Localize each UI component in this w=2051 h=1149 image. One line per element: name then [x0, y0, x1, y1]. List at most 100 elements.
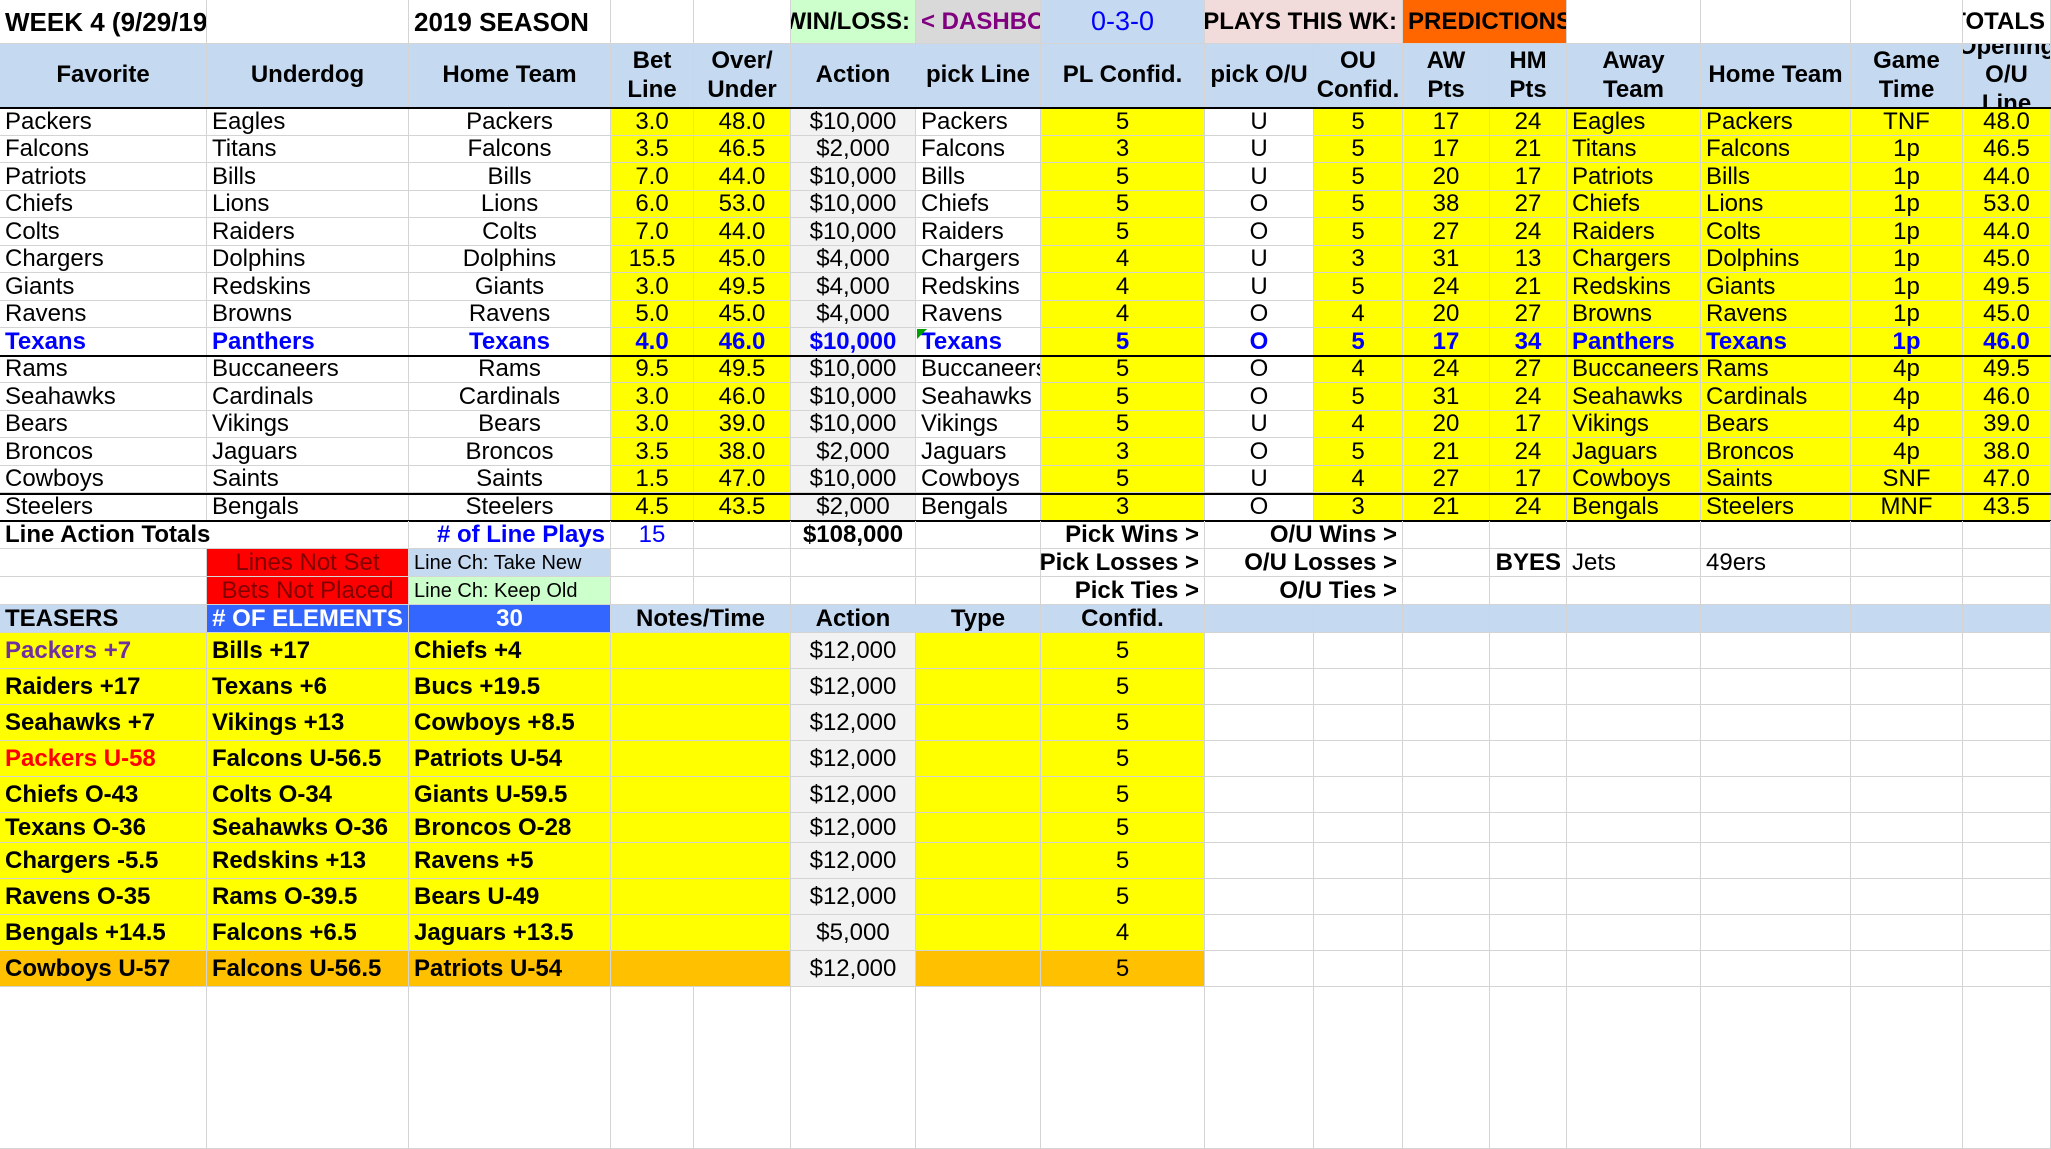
- game-cell-aw-pts[interactable]: 20: [1403, 301, 1490, 328]
- teaser-action[interactable]: $12,000: [791, 843, 916, 879]
- game-cell-over-under[interactable]: 44.0: [694, 163, 791, 191]
- teaser-leg-1[interactable]: Chiefs O-43: [0, 777, 207, 813]
- game-cell-pl-confid[interactable]: 3: [1041, 136, 1205, 163]
- game-cell-action[interactable]: $10,000: [791, 466, 916, 493]
- teaser-leg-1[interactable]: Raiders +17: [0, 669, 207, 705]
- game-cell-hm-pts[interactable]: 17: [1490, 411, 1567, 438]
- game-cell-pl-confid[interactable]: 5: [1041, 328, 1205, 356]
- game-cell-ou-confid[interactable]: 4: [1314, 411, 1403, 438]
- game-cell-underdog[interactable]: Titans: [207, 136, 409, 163]
- game-cell-pick-o-u[interactable]: U: [1205, 411, 1314, 438]
- teaser-notes[interactable]: [611, 633, 791, 669]
- game-cell-home-team[interactable]: Colts: [409, 218, 611, 246]
- game-cell-pl-confid[interactable]: 4: [1041, 273, 1205, 301]
- teaser-type[interactable]: [916, 813, 1041, 843]
- teaser-leg-1[interactable]: Bengals +14.5: [0, 915, 207, 951]
- game-cell-bet-line[interactable]: 7.0: [611, 218, 694, 246]
- teaser-action[interactable]: $12,000: [791, 705, 916, 741]
- game-cell-home-team[interactable]: Falcons: [1701, 136, 1851, 163]
- game-cell-pl-confid[interactable]: 3: [1041, 493, 1205, 521]
- game-cell-away-team[interactable]: Panthers: [1567, 328, 1701, 356]
- game-cell-home-team[interactable]: Rams: [409, 356, 611, 383]
- game-cell-home-team[interactable]: Texans: [1701, 328, 1851, 356]
- game-cell-game-time[interactable]: 1p: [1851, 246, 1963, 273]
- game-cell-pick-line[interactable]: Bengals: [916, 493, 1041, 521]
- game-cell-aw-pts[interactable]: 27: [1403, 466, 1490, 493]
- game-cell-pick-o-u[interactable]: U: [1205, 136, 1314, 163]
- teaser-confid[interactable]: 5: [1041, 879, 1205, 915]
- game-cell-bet-line[interactable]: 4.5: [611, 493, 694, 521]
- teaser-leg-2[interactable]: Rams O-39.5: [207, 879, 409, 915]
- game-cell-opening-o-u-line[interactable]: 49.5: [1963, 356, 2051, 383]
- teaser-type[interactable]: [916, 705, 1041, 741]
- teaser-leg-1[interactable]: Ravens O-35: [0, 879, 207, 915]
- game-cell-bet-line[interactable]: 7.0: [611, 163, 694, 191]
- game-cell-away-team[interactable]: Seahawks: [1567, 383, 1701, 411]
- game-cell-ou-confid[interactable]: 4: [1314, 356, 1403, 383]
- game-cell-underdog[interactable]: Lions: [207, 191, 409, 218]
- teaser-leg-3[interactable]: Cowboys +8.5: [409, 705, 611, 741]
- game-cell-underdog[interactable]: Browns: [207, 301, 409, 328]
- teaser-notes[interactable]: [611, 879, 791, 915]
- teaser-leg-3[interactable]: Ravens +5: [409, 843, 611, 879]
- game-cell-pl-confid[interactable]: 4: [1041, 246, 1205, 273]
- game-cell-away-team[interactable]: Chiefs: [1567, 191, 1701, 218]
- game-cell-pick-line[interactable]: Ravens: [916, 301, 1041, 328]
- game-cell-ou-confid[interactable]: 4: [1314, 466, 1403, 493]
- game-cell-hm-pts[interactable]: 13: [1490, 246, 1567, 273]
- game-cell-home-team[interactable]: Packers: [1701, 108, 1851, 136]
- game-cell-pick-line[interactable]: Texans: [916, 328, 1041, 356]
- game-cell-pick-line[interactable]: Cowboys: [916, 466, 1041, 493]
- game-cell-underdog[interactable]: Jaguars: [207, 438, 409, 466]
- game-cell-action[interactable]: $2,000: [791, 493, 916, 521]
- teaser-leg-3[interactable]: Broncos O-28: [409, 813, 611, 843]
- game-cell-action[interactable]: $4,000: [791, 246, 916, 273]
- teaser-leg-1[interactable]: Seahawks +7: [0, 705, 207, 741]
- game-cell-opening-o-u-line[interactable]: 46.0: [1963, 328, 2051, 356]
- game-cell-game-time[interactable]: MNF: [1851, 493, 1963, 521]
- teaser-leg-2[interactable]: Falcons +6.5: [207, 915, 409, 951]
- game-cell-away-team[interactable]: Patriots: [1567, 163, 1701, 191]
- game-cell-pick-line[interactable]: Jaguars: [916, 438, 1041, 466]
- teaser-confid[interactable]: 5: [1041, 669, 1205, 705]
- game-cell-home-team[interactable]: Steelers: [409, 493, 611, 521]
- game-cell-home-team[interactable]: Bears: [1701, 411, 1851, 438]
- game-cell-game-time[interactable]: 1p: [1851, 301, 1963, 328]
- game-cell-aw-pts[interactable]: 31: [1403, 246, 1490, 273]
- game-cell-pick-o-u[interactable]: U: [1205, 108, 1314, 136]
- game-cell-favorite[interactable]: Packers: [0, 108, 207, 136]
- game-cell-aw-pts[interactable]: 20: [1403, 163, 1490, 191]
- game-cell-action[interactable]: $10,000: [791, 218, 916, 246]
- teaser-type[interactable]: [916, 741, 1041, 777]
- game-cell-over-under[interactable]: 45.0: [694, 246, 791, 273]
- game-cell-bet-line[interactable]: 3.0: [611, 273, 694, 301]
- game-cell-pick-o-u[interactable]: O: [1205, 493, 1314, 521]
- game-cell-aw-pts[interactable]: 38: [1403, 191, 1490, 218]
- teaser-action[interactable]: $12,000: [791, 633, 916, 669]
- game-cell-underdog[interactable]: Panthers: [207, 328, 409, 356]
- game-cell-game-time[interactable]: 1p: [1851, 136, 1963, 163]
- teaser-type[interactable]: [916, 669, 1041, 705]
- teaser-notes[interactable]: [611, 915, 791, 951]
- game-cell-pl-confid[interactable]: 3: [1041, 438, 1205, 466]
- game-cell-hm-pts[interactable]: 21: [1490, 273, 1567, 301]
- teaser-action[interactable]: $12,000: [791, 669, 916, 705]
- game-cell-over-under[interactable]: 46.0: [694, 383, 791, 411]
- game-cell-favorite[interactable]: Cowboys: [0, 466, 207, 493]
- teaser-notes[interactable]: [611, 705, 791, 741]
- game-cell-opening-o-u-line[interactable]: 44.0: [1963, 218, 2051, 246]
- teaser-confid[interactable]: 5: [1041, 777, 1205, 813]
- game-cell-hm-pts[interactable]: 24: [1490, 218, 1567, 246]
- game-cell-away-team[interactable]: Jaguars: [1567, 438, 1701, 466]
- game-cell-pick-o-u[interactable]: U: [1205, 466, 1314, 493]
- game-cell-aw-pts[interactable]: 21: [1403, 493, 1490, 521]
- game-cell-home-team[interactable]: Cardinals: [409, 383, 611, 411]
- game-cell-away-team[interactable]: Chargers: [1567, 246, 1701, 273]
- game-cell-home-team[interactable]: Saints: [409, 466, 611, 493]
- game-cell-pl-confid[interactable]: 5: [1041, 411, 1205, 438]
- game-cell-ou-confid[interactable]: 4: [1314, 301, 1403, 328]
- game-cell-away-team[interactable]: Eagles: [1567, 108, 1701, 136]
- game-cell-hm-pts[interactable]: 17: [1490, 163, 1567, 191]
- game-cell-aw-pts[interactable]: 27: [1403, 218, 1490, 246]
- teaser-leg-2[interactable]: Texans +6: [207, 669, 409, 705]
